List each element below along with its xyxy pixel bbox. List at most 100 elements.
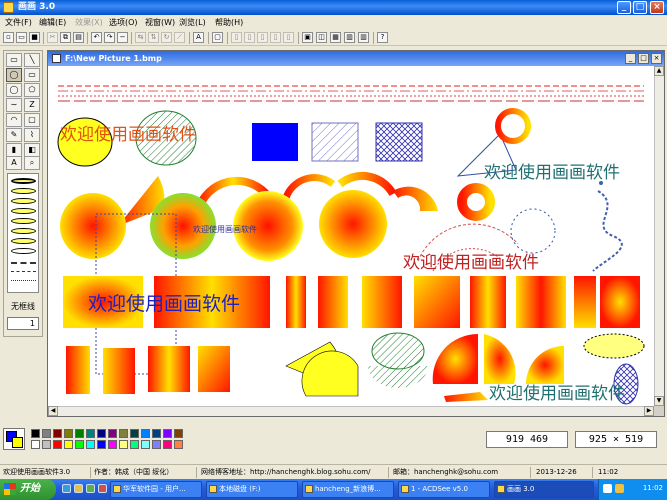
align-right-icon[interactable]: ▯ — [257, 32, 268, 43]
palette-swatch[interactable] — [130, 429, 139, 438]
style-option[interactable] — [11, 280, 36, 281]
zigzag-tool-icon[interactable]: Z — [24, 98, 40, 112]
palette-swatch[interactable] — [174, 440, 183, 449]
no-border-label[interactable]: 无框线 — [4, 301, 42, 312]
align-bottom-icon[interactable]: ▯ — [283, 32, 294, 43]
flip-horizontal-icon[interactable]: ⇆ — [135, 32, 146, 43]
ellipse-tool-icon[interactable]: ◯ — [6, 83, 22, 97]
drawing-canvas[interactable]: 欢迎使用画画软件 欢迎使用画画软件 欢迎使用画画软件 欢迎使用画画软件 欢迎使用… — [48, 66, 654, 406]
palette-swatch[interactable] — [163, 429, 172, 438]
save-icon[interactable]: ■ — [29, 32, 40, 43]
undo-icon[interactable]: ↶ — [91, 32, 102, 43]
palette-swatch[interactable] — [108, 440, 117, 449]
text-tool-icon[interactable]: A — [6, 156, 22, 170]
style-option[interactable] — [11, 271, 36, 272]
scroll-up-icon[interactable]: ▲ — [654, 66, 664, 76]
palette-swatch[interactable] — [152, 429, 161, 438]
tray-icon[interactable] — [615, 484, 624, 493]
style-option[interactable] — [11, 262, 36, 264]
scroll-left-icon[interactable]: ◀ — [48, 406, 58, 416]
style-option[interactable] — [11, 218, 36, 224]
taskbar-item[interactable]: 1 - ACDSee v5.0 — [398, 481, 490, 498]
tray-icon[interactable] — [603, 484, 612, 493]
style-option[interactable] — [11, 228, 36, 234]
brush-tool-icon[interactable]: ⌇ — [24, 128, 40, 142]
style-option[interactable] — [11, 198, 36, 204]
palette-swatch[interactable] — [141, 440, 150, 449]
style-option[interactable] — [11, 178, 36, 184]
palette-swatch[interactable] — [64, 440, 73, 449]
quicklaunch-icon[interactable] — [98, 484, 107, 493]
palette-swatch[interactable] — [42, 440, 51, 449]
scroll-right-icon[interactable]: ▶ — [644, 406, 654, 416]
minimize-button[interactable]: _ — [617, 1, 631, 14]
palette-swatch[interactable] — [75, 429, 84, 438]
palette-swatch[interactable] — [119, 429, 128, 438]
copy-icon[interactable]: ⧉ — [60, 32, 71, 43]
palette-swatch[interactable] — [174, 429, 183, 438]
grid-icon[interactable]: ▦ — [330, 32, 341, 43]
doc-maximize-button[interactable]: □ — [638, 53, 649, 64]
palette-swatch[interactable] — [86, 440, 95, 449]
palette-swatch[interactable] — [42, 429, 51, 438]
flip-vertical-icon[interactable]: ⇅ — [148, 32, 159, 43]
rounded-rect-tool-icon[interactable]: ▢ — [24, 113, 40, 127]
scroll-down-icon[interactable]: ▼ — [654, 396, 664, 406]
redo-icon[interactable]: ↷ — [104, 32, 115, 43]
eraser-tool-icon[interactable]: ▮ — [6, 143, 22, 157]
zoom-out-icon[interactable]: − — [117, 32, 128, 43]
align-center-icon[interactable]: ▯ — [244, 32, 255, 43]
columns-icon[interactable]: ▥ — [358, 32, 369, 43]
new-file-icon[interactable]: ▫ — [3, 32, 14, 43]
palette-swatch[interactable] — [86, 429, 95, 438]
quicklaunch-icon[interactable] — [86, 484, 95, 493]
horizontal-scrollbar[interactable]: ◀ ▶ — [48, 406, 654, 416]
curve-tool-icon[interactable]: ∼ — [6, 98, 22, 112]
palette-swatch[interactable] — [130, 440, 139, 449]
doc-minimize-button[interactable]: _ — [625, 53, 636, 64]
palette-swatch[interactable] — [163, 440, 172, 449]
background-color[interactable] — [12, 437, 23, 448]
zoom-tool-icon[interactable]: ⌕ — [24, 156, 40, 170]
palette-swatch[interactable] — [152, 440, 161, 449]
vertical-scrollbar[interactable]: ▲ ▼ — [654, 66, 664, 406]
line-width-spinner[interactable]: 1 — [7, 317, 39, 330]
palette-swatch[interactable] — [97, 440, 106, 449]
lasso-tool-icon[interactable]: ◯ — [6, 68, 22, 82]
pencil-tool-icon[interactable]: ✎ — [6, 128, 22, 142]
help-icon[interactable]: ? — [377, 32, 388, 43]
menu-options[interactable]: 选项(O) — [106, 15, 141, 30]
quicklaunch-icon[interactable] — [74, 484, 83, 493]
select-all-icon[interactable]: ▢ — [212, 32, 223, 43]
style-option[interactable] — [11, 248, 36, 254]
arc-tool-icon[interactable]: ◠ — [6, 113, 22, 127]
cut-icon[interactable]: ✂ — [47, 32, 58, 43]
menu-edit[interactable]: 编辑(E) — [36, 15, 69, 30]
palette-swatch[interactable] — [64, 429, 73, 438]
polygon-tool-icon[interactable]: ⬠ — [24, 83, 40, 97]
line-style-list[interactable] — [7, 173, 39, 293]
taskbar-item[interactable]: 华军软件园 - 用户... — [110, 481, 202, 498]
align-left-icon[interactable]: ▯ — [231, 32, 242, 43]
taskbar-item[interactable]: 本地磁盘 (F:) — [206, 481, 298, 498]
style-option[interactable] — [11, 208, 36, 214]
palette-swatch[interactable] — [108, 429, 117, 438]
fill-tool-icon[interactable]: ◧ — [24, 143, 40, 157]
palette-swatch[interactable] — [75, 440, 84, 449]
palette-swatch[interactable] — [53, 429, 62, 438]
current-colors[interactable] — [3, 428, 25, 450]
taskbar-item-active[interactable]: 画画 3.0 — [494, 481, 594, 498]
rotate-icon[interactable]: ↻ — [161, 32, 172, 43]
paste-icon[interactable]: ▤ — [73, 32, 84, 43]
maximize-button[interactable]: □ — [633, 1, 647, 14]
menu-help[interactable]: 帮助(H) — [212, 15, 246, 30]
layers-icon[interactable]: ◫ — [316, 32, 327, 43]
line-tool-icon[interactable]: ╲ — [24, 53, 40, 67]
palette-swatch[interactable] — [31, 429, 40, 438]
text-tool-icon[interactable]: A — [193, 32, 204, 43]
style-option[interactable] — [11, 238, 36, 244]
screenshot-icon[interactable]: ▣ — [302, 32, 313, 43]
start-button[interactable]: 开始 — [0, 479, 56, 500]
palette-swatch[interactable] — [31, 440, 40, 449]
menu-browse[interactable]: 浏览(L) — [176, 15, 209, 30]
